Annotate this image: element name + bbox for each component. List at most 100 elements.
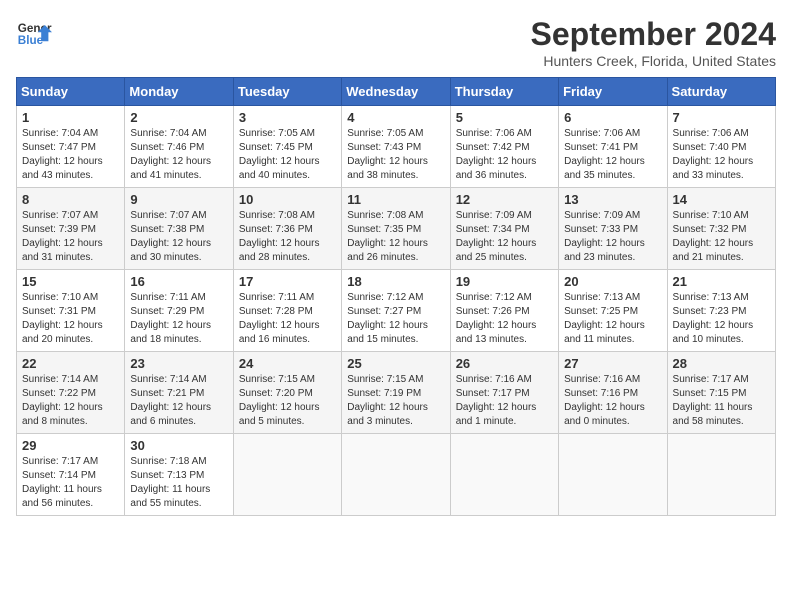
day-info: Sunrise: 7:09 AM Sunset: 7:34 PM Dayligh…: [456, 209, 553, 265]
calendar-week-row: 22 Sunrise: 7:14 AM Sunset: 7:22 PM Dayli…: [17, 352, 776, 434]
day-info: Sunrise: 7:17 AM Sunset: 7:14 PM Dayligh…: [22, 455, 119, 511]
day-info: Sunrise: 7:04 AM Sunset: 7:47 PM Dayligh…: [22, 127, 119, 183]
day-info: Sunrise: 7:11 AM Sunset: 7:28 PM Dayligh…: [239, 291, 336, 347]
table-row: 10 Sunrise: 7:08 AM Sunset: 7:36 PM Dayli…: [233, 188, 341, 270]
logo: General Blue: [16, 16, 52, 52]
day-number: 11: [347, 192, 444, 207]
table-row: 9 Sunrise: 7:07 AM Sunset: 7:38 PM Daylig…: [125, 188, 233, 270]
day-info: Sunrise: 7:13 AM Sunset: 7:25 PM Dayligh…: [564, 291, 661, 347]
day-info: Sunrise: 7:10 AM Sunset: 7:31 PM Dayligh…: [22, 291, 119, 347]
table-row: 11 Sunrise: 7:08 AM Sunset: 7:35 PM Dayli…: [342, 188, 450, 270]
day-info: Sunrise: 7:12 AM Sunset: 7:27 PM Dayligh…: [347, 291, 444, 347]
day-info: Sunrise: 7:06 AM Sunset: 7:40 PM Dayligh…: [673, 127, 770, 183]
table-row: 5 Sunrise: 7:06 AM Sunset: 7:42 PM Daylig…: [450, 106, 558, 188]
day-number: 14: [673, 192, 770, 207]
day-info: Sunrise: 7:08 AM Sunset: 7:36 PM Dayligh…: [239, 209, 336, 265]
day-info: Sunrise: 7:10 AM Sunset: 7:32 PM Dayligh…: [673, 209, 770, 265]
day-number: 26: [456, 356, 553, 371]
table-row: 12 Sunrise: 7:09 AM Sunset: 7:34 PM Dayli…: [450, 188, 558, 270]
col-wednesday: Wednesday: [342, 78, 450, 106]
day-number: 12: [456, 192, 553, 207]
day-number: 3: [239, 110, 336, 125]
day-info: Sunrise: 7:09 AM Sunset: 7:33 PM Dayligh…: [564, 209, 661, 265]
table-row: 16 Sunrise: 7:11 AM Sunset: 7:29 PM Dayli…: [125, 270, 233, 352]
col-saturday: Saturday: [667, 78, 775, 106]
day-number: 23: [130, 356, 227, 371]
page-title: September 2024: [531, 16, 776, 53]
table-row: 25Sunrise: 7:15 AM Sunset: 7:19 PM Dayli…: [342, 352, 450, 434]
day-number: 8: [22, 192, 119, 207]
page-subtitle: Hunters Creek, Florida, United States: [531, 53, 776, 69]
table-row: 14 Sunrise: 7:10 AM Sunset: 7:32 PM Dayli…: [667, 188, 775, 270]
table-row: 21Sunrise: 7:13 AM Sunset: 7:23 PM Dayli…: [667, 270, 775, 352]
calendar-week-row: 15 Sunrise: 7:10 AM Sunset: 7:31 PM Dayli…: [17, 270, 776, 352]
day-info: Sunrise: 7:18 AM Sunset: 7:13 PM Dayligh…: [130, 455, 227, 511]
day-number: 18: [347, 274, 444, 289]
calendar-week-row: 8 Sunrise: 7:07 AM Sunset: 7:39 PM Daylig…: [17, 188, 776, 270]
day-number: 20: [564, 274, 661, 289]
table-row: 23 Sunrise: 7:14 AM Sunset: 7:21 PM Dayli…: [125, 352, 233, 434]
calendar-week-row: 1 Sunrise: 7:04 AM Sunset: 7:47 PM Daylig…: [17, 106, 776, 188]
table-row: 26 Sunrise: 7:16 AM Sunset: 7:17 PM Dayli…: [450, 352, 558, 434]
day-number: 13: [564, 192, 661, 207]
table-row: [667, 434, 775, 516]
table-row: 4 Sunrise: 7:05 AM Sunset: 7:43 PM Daylig…: [342, 106, 450, 188]
day-info: Sunrise: 7:16 AM Sunset: 7:17 PM Dayligh…: [456, 373, 553, 429]
table-row: 18 Sunrise: 7:12 AM Sunset: 7:27 PM Dayli…: [342, 270, 450, 352]
day-info: Sunrise: 7:16 AM Sunset: 7:16 PM Dayligh…: [564, 373, 661, 429]
day-number: 4: [347, 110, 444, 125]
day-number: 27: [564, 356, 661, 371]
table-row: [450, 434, 558, 516]
day-number: 24: [239, 356, 336, 371]
svg-text:Blue: Blue: [18, 34, 44, 47]
day-info: Sunrise: 7:17 AM Sunset: 7:15 PM Dayligh…: [673, 373, 770, 429]
table-row: 6 Sunrise: 7:06 AM Sunset: 7:41 PM Daylig…: [559, 106, 667, 188]
day-number: 10: [239, 192, 336, 207]
table-row: [233, 434, 341, 516]
day-number: 16: [130, 274, 227, 289]
col-tuesday: Tuesday: [233, 78, 341, 106]
table-row: 22 Sunrise: 7:14 AM Sunset: 7:22 PM Dayli…: [17, 352, 125, 434]
table-row: 24 Sunrise: 7:15 AM Sunset: 7:20 PM Dayli…: [233, 352, 341, 434]
table-row: 30Sunrise: 7:18 AM Sunset: 7:13 PM Dayli…: [125, 434, 233, 516]
day-number: 15: [22, 274, 119, 289]
day-info: Sunrise: 7:14 AM Sunset: 7:22 PM Dayligh…: [22, 373, 119, 429]
table-row: 7 Sunrise: 7:06 AM Sunset: 7:40 PM Daylig…: [667, 106, 775, 188]
day-info: Sunrise: 7:04 AM Sunset: 7:46 PM Dayligh…: [130, 127, 227, 183]
day-number: 5: [456, 110, 553, 125]
table-row: 13 Sunrise: 7:09 AM Sunset: 7:33 PM Dayli…: [559, 188, 667, 270]
calendar-table: Sunday Monday Tuesday Wednesday Thursday…: [16, 77, 776, 516]
day-info: Sunrise: 7:07 AM Sunset: 7:39 PM Dayligh…: [22, 209, 119, 265]
day-number: 22: [22, 356, 119, 371]
day-info: Sunrise: 7:07 AM Sunset: 7:38 PM Dayligh…: [130, 209, 227, 265]
col-monday: Monday: [125, 78, 233, 106]
day-info: Sunrise: 7:06 AM Sunset: 7:41 PM Dayligh…: [564, 127, 661, 183]
day-info: Sunrise: 7:12 AM Sunset: 7:26 PM Dayligh…: [456, 291, 553, 347]
table-row: 15 Sunrise: 7:10 AM Sunset: 7:31 PM Dayli…: [17, 270, 125, 352]
table-row: 27 Sunrise: 7:16 AM Sunset: 7:16 PM Dayli…: [559, 352, 667, 434]
day-info: Sunrise: 7:08 AM Sunset: 7:35 PM Dayligh…: [347, 209, 444, 265]
day-info: Sunrise: 7:15 AM Sunset: 7:19 PM Dayligh…: [347, 373, 444, 429]
table-row: 19Sunrise: 7:12 AM Sunset: 7:26 PM Dayli…: [450, 270, 558, 352]
day-number: 9: [130, 192, 227, 207]
day-info: Sunrise: 7:05 AM Sunset: 7:43 PM Dayligh…: [347, 127, 444, 183]
header: General Blue September 2024 Hunters Cree…: [16, 16, 776, 69]
day-number: 7: [673, 110, 770, 125]
table-row: 17Sunrise: 7:11 AM Sunset: 7:28 PM Dayli…: [233, 270, 341, 352]
day-number: 29: [22, 438, 119, 453]
col-thursday: Thursday: [450, 78, 558, 106]
day-number: 1: [22, 110, 119, 125]
table-row: 8 Sunrise: 7:07 AM Sunset: 7:39 PM Daylig…: [17, 188, 125, 270]
table-row: 29 Sunrise: 7:17 AM Sunset: 7:14 PM Dayli…: [17, 434, 125, 516]
day-info: Sunrise: 7:15 AM Sunset: 7:20 PM Dayligh…: [239, 373, 336, 429]
day-number: 2: [130, 110, 227, 125]
day-info: Sunrise: 7:14 AM Sunset: 7:21 PM Dayligh…: [130, 373, 227, 429]
day-info: Sunrise: 7:11 AM Sunset: 7:29 PM Dayligh…: [130, 291, 227, 347]
day-number: 21: [673, 274, 770, 289]
day-number: 6: [564, 110, 661, 125]
table-row: 20 Sunrise: 7:13 AM Sunset: 7:25 PM Dayli…: [559, 270, 667, 352]
table-row: 28Sunrise: 7:17 AM Sunset: 7:15 PM Dayli…: [667, 352, 775, 434]
col-sunday: Sunday: [17, 78, 125, 106]
table-row: 3Sunrise: 7:05 AM Sunset: 7:45 PM Daylig…: [233, 106, 341, 188]
day-info: Sunrise: 7:06 AM Sunset: 7:42 PM Dayligh…: [456, 127, 553, 183]
